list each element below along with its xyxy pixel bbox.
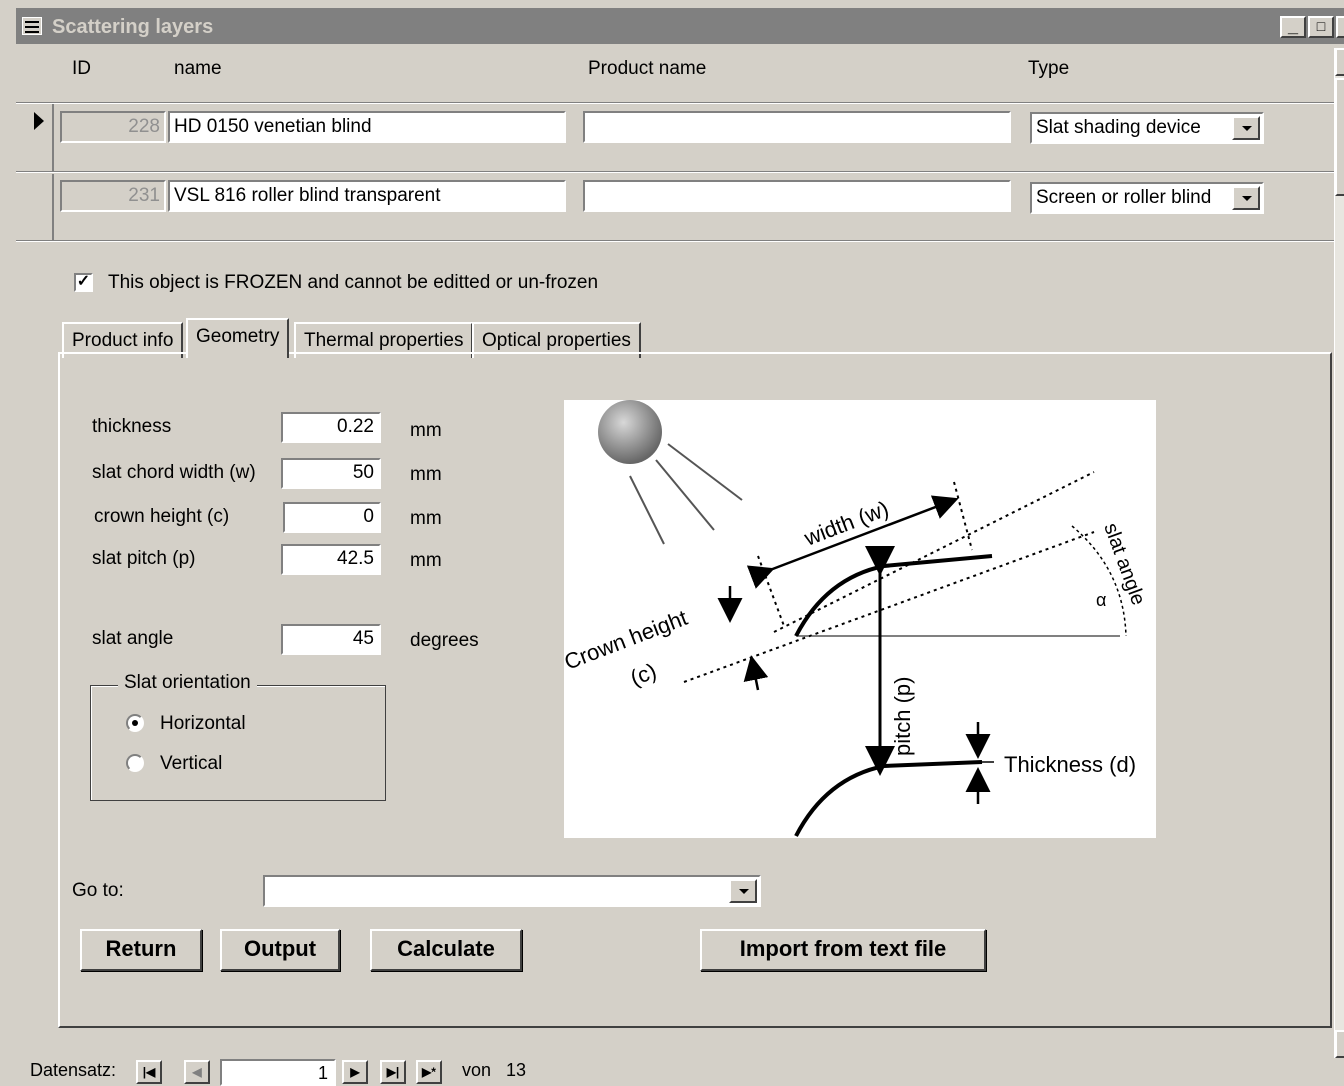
- column-header-product: Product name: [588, 58, 707, 79]
- row-divider: [16, 171, 1334, 173]
- slat-pitch-unit: mm: [410, 550, 442, 571]
- thickness-input[interactable]: 0.22: [281, 412, 381, 443]
- upper-slat: [794, 554, 993, 637]
- chord-width-label: slat chord width (w): [92, 462, 256, 483]
- record-product-field[interactable]: [583, 180, 1011, 212]
- dropdown-arrow-icon[interactable]: [729, 879, 757, 903]
- form-window: Scattering layers _ □ ✕ ID name Product …: [0, 0, 1344, 1086]
- scroll-up-icon[interactable]: [1335, 48, 1344, 76]
- row-divider: [16, 102, 1334, 104]
- record-name-field[interactable]: VSL 816 roller blind transparent: [168, 180, 566, 212]
- diagram-svg: width (w) Crown height (c) pitch (p) Thi…: [561, 400, 1149, 837]
- form-icon: [22, 17, 42, 35]
- diagram-angle-label: slat angle: [1099, 520, 1149, 608]
- record-type-value: Screen or roller blind: [1036, 187, 1212, 208]
- horizontal-radio[interactable]: [126, 714, 144, 732]
- chord-width-unit: mm: [410, 464, 442, 485]
- import-button[interactable]: Import from text file: [700, 929, 986, 971]
- vertical-scrollbar[interactable]: [1334, 48, 1344, 1058]
- dropdown-arrow-icon[interactable]: [1232, 186, 1260, 210]
- slat-angle-input[interactable]: 45: [281, 624, 381, 655]
- diagram-thickness-label: Thickness (d): [1004, 752, 1136, 777]
- record-of-label: von: [462, 1060, 492, 1080]
- record-id-field: 228: [60, 111, 166, 143]
- goto-label: Go to:: [72, 880, 124, 901]
- column-header-id: ID: [72, 58, 91, 79]
- new-record-icon[interactable]: ▶*: [416, 1060, 442, 1084]
- calculate-button[interactable]: Calculate: [370, 929, 522, 971]
- thickness-unit: mm: [410, 420, 442, 441]
- goto-combo[interactable]: [263, 875, 761, 907]
- minimize-button[interactable]: _: [1280, 16, 1306, 38]
- slat-pitch-input[interactable]: 42.5: [281, 544, 381, 575]
- dropdown-arrow-icon[interactable]: [1232, 116, 1260, 140]
- vertical-label: Vertical: [160, 753, 223, 774]
- current-record-arrow-icon: [34, 112, 44, 130]
- scroll-down-icon[interactable]: [1335, 1030, 1344, 1058]
- record-product-field[interactable]: [583, 111, 1011, 143]
- thickness-label: thickness: [92, 416, 172, 437]
- slat-angle-label: slat angle: [92, 628, 174, 649]
- record-selector[interactable]: [16, 174, 54, 242]
- first-record-icon[interactable]: |◀: [136, 1060, 162, 1084]
- next-record-icon[interactable]: ▶: [342, 1060, 368, 1084]
- record-total: 13: [506, 1060, 527, 1080]
- diagram-width-label: width (w): [800, 496, 892, 551]
- crown-height-unit: mm: [410, 508, 442, 529]
- title-bar: Scattering layers _ □ ✕: [16, 8, 1344, 44]
- horizontal-label: Horizontal: [160, 713, 246, 734]
- record-number-field[interactable]: 1: [220, 1059, 336, 1086]
- tab-geometry[interactable]: Geometry: [186, 318, 290, 358]
- window-title: Scattering layers: [52, 16, 214, 38]
- column-header-name: name: [174, 58, 222, 79]
- frozen-checkbox[interactable]: ✓: [74, 273, 93, 292]
- crown-height-label: crown height (c): [94, 506, 230, 527]
- vertical-radio[interactable]: [126, 754, 144, 772]
- diagram-crown-c-label: (c): [627, 658, 660, 691]
- slat-pitch-label: slat pitch (p): [92, 548, 196, 569]
- sun-icon: [598, 400, 743, 545]
- return-button[interactable]: Return: [80, 929, 202, 971]
- last-record-icon[interactable]: ▶|: [380, 1060, 406, 1084]
- record-type-value: Slat shading device: [1036, 117, 1201, 138]
- close-button[interactable]: ✕: [1336, 16, 1344, 38]
- scroll-thumb[interactable]: [1335, 78, 1344, 196]
- previous-record-icon[interactable]: ◀: [184, 1060, 210, 1084]
- slat-orientation-group: [90, 685, 386, 801]
- crown-height-input[interactable]: 0: [283, 502, 381, 533]
- record-nav-label: Datensatz:: [30, 1060, 117, 1080]
- chord-width-input[interactable]: 50: [281, 458, 381, 489]
- record-type-combo[interactable]: Slat shading device: [1030, 112, 1264, 144]
- row-divider: [16, 240, 1334, 242]
- slat-geometry-diagram: width (w) Crown height (c) pitch (p) Thi…: [561, 400, 1156, 838]
- output-button[interactable]: Output: [220, 929, 340, 971]
- diagram-pitch-label: pitch (p): [890, 677, 915, 756]
- record-selector-current[interactable]: [16, 104, 54, 172]
- record-name-field[interactable]: HD 0150 venetian blind: [168, 111, 566, 143]
- lower-slat: [794, 760, 983, 837]
- record-type-combo[interactable]: Screen or roller blind: [1030, 182, 1264, 214]
- maximize-button[interactable]: □: [1308, 16, 1334, 38]
- record-id-field: 231: [60, 180, 166, 212]
- column-header-type: Type: [1028, 58, 1070, 79]
- slat-orientation-title: Slat orientation: [118, 672, 257, 694]
- slat-angle-unit: degrees: [410, 630, 479, 651]
- diagram-alpha-label: α: [1096, 590, 1106, 610]
- diagram-crown-label: Crown height: [564, 605, 691, 675]
- frozen-label: This object is FROZEN and cannot be edit…: [108, 272, 599, 293]
